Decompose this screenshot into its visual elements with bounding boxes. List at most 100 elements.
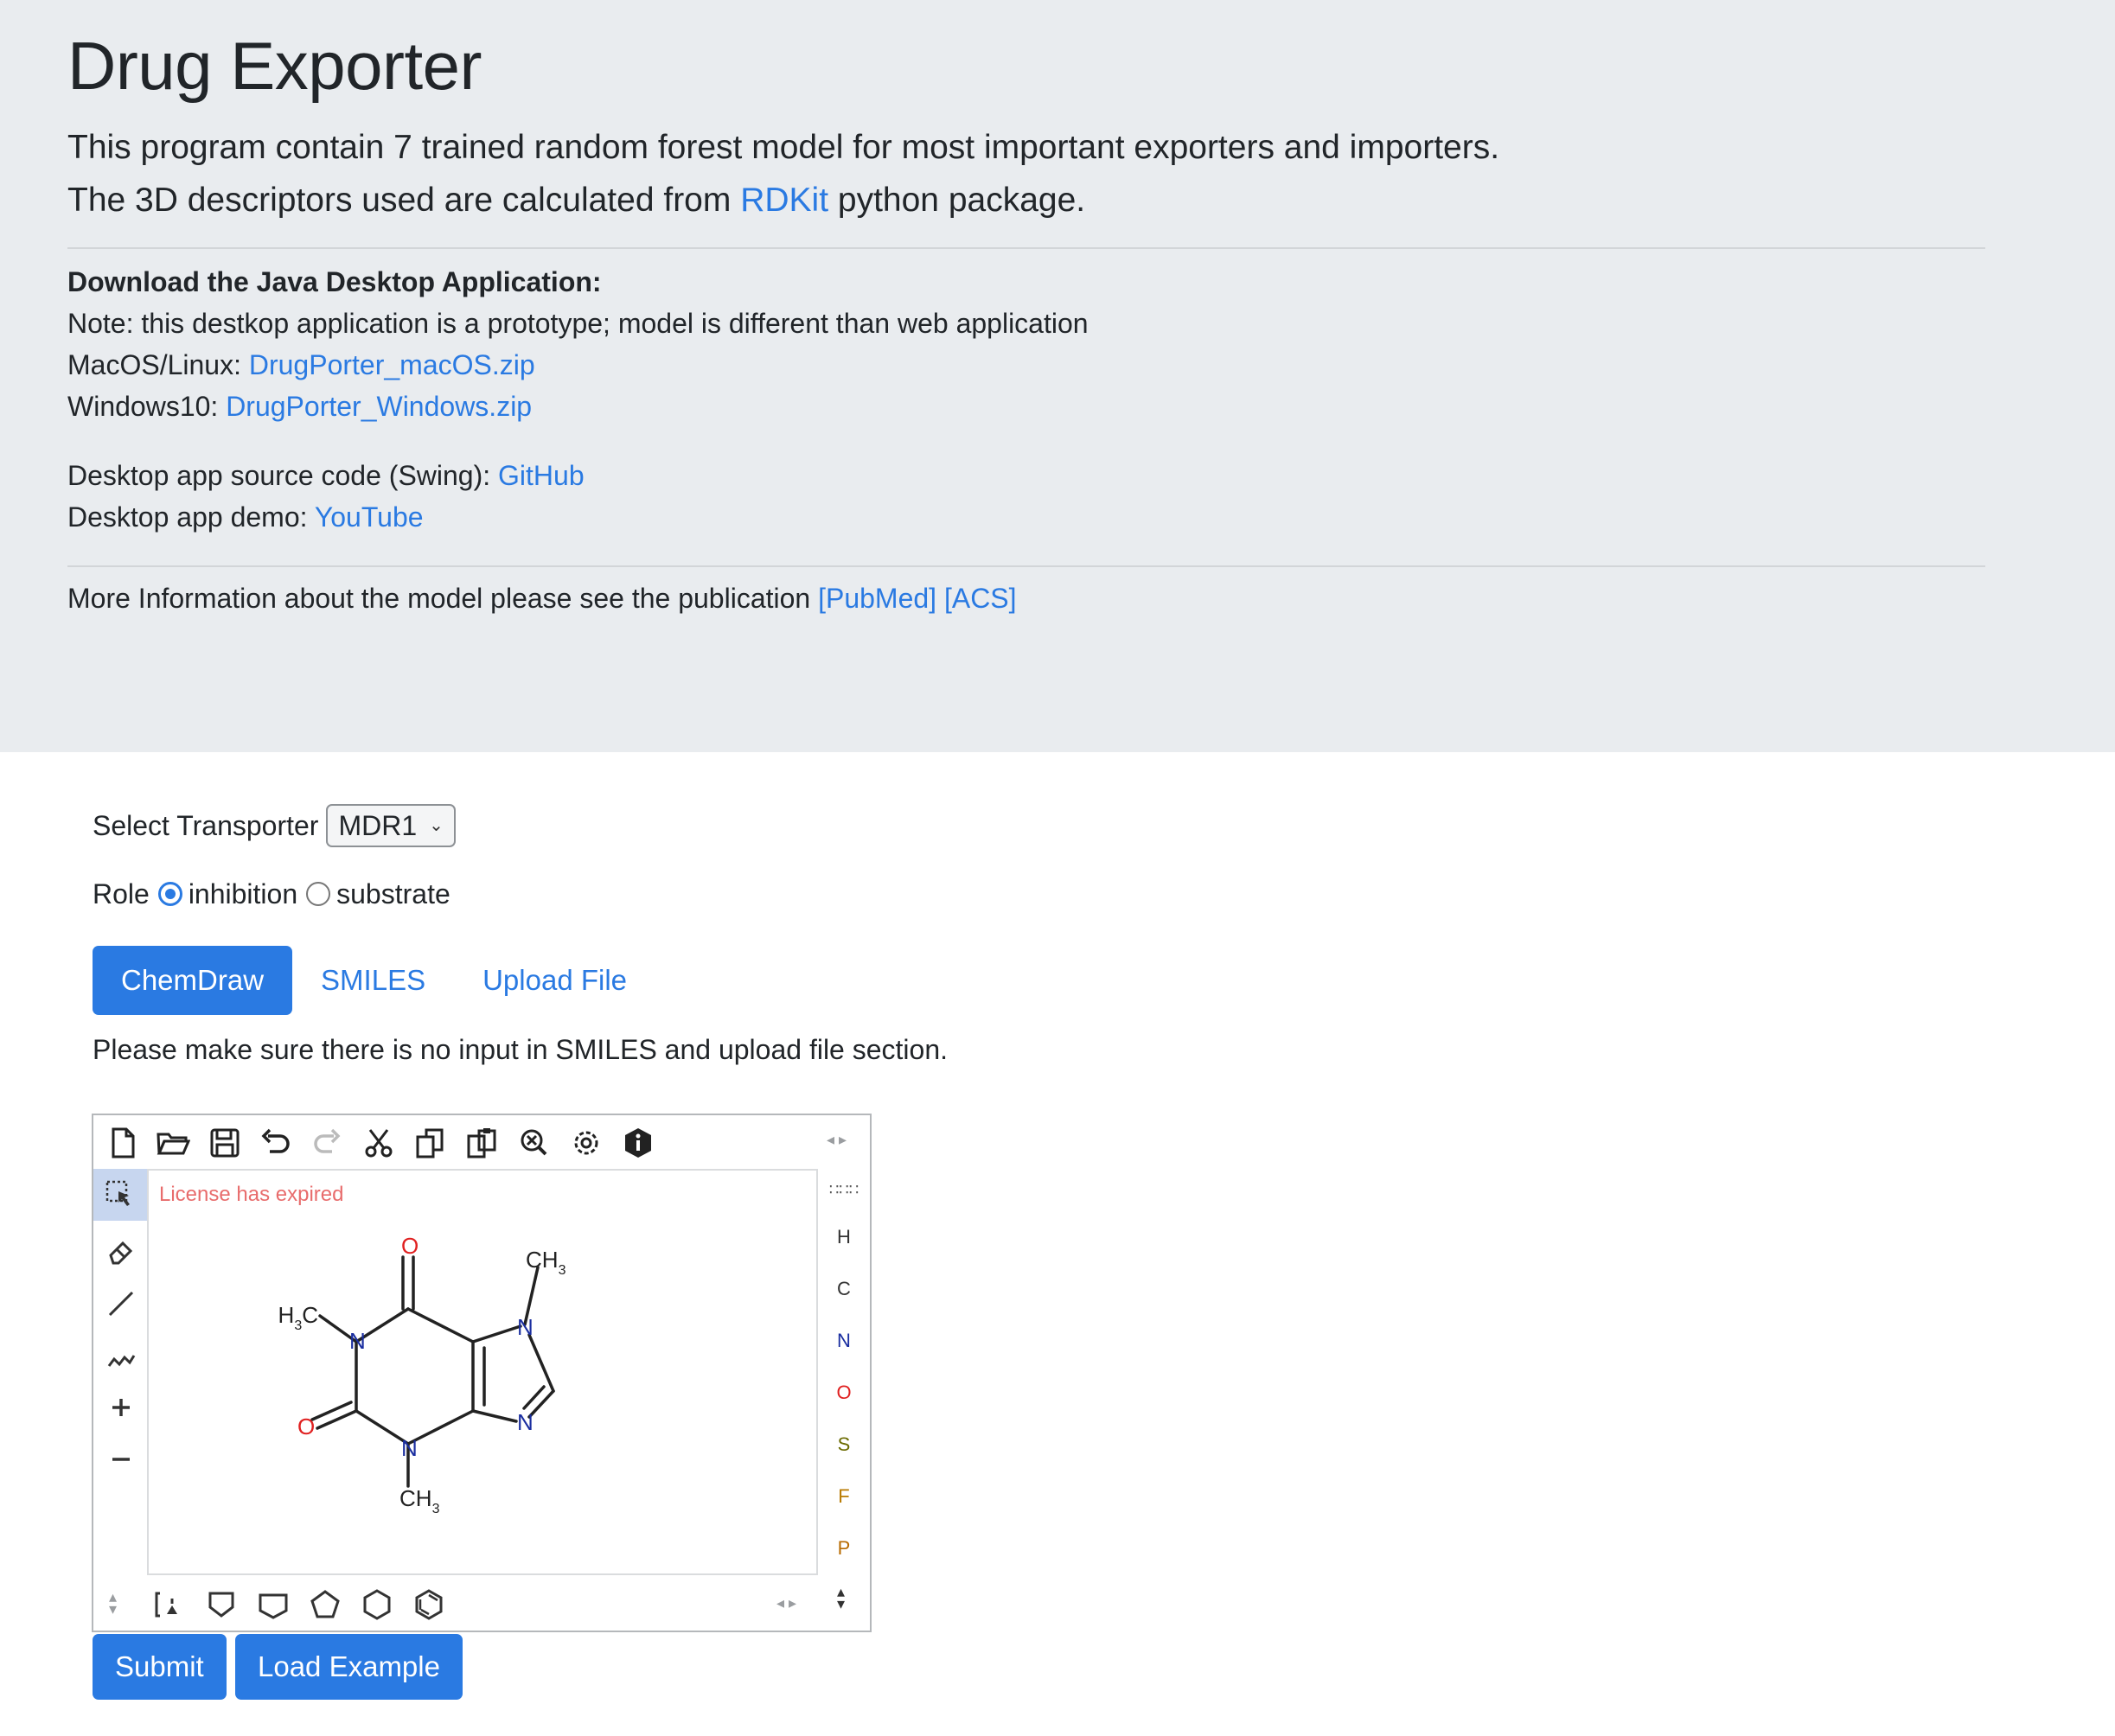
lead-line-2-suffix: python package.: [828, 182, 1086, 219]
divider: [67, 565, 1985, 567]
atom-label: H3C: [278, 1302, 318, 1333]
charge-plus-icon[interactable]: [102, 1388, 140, 1426]
bond: [355, 1409, 410, 1446]
copy-icon[interactable]: [412, 1124, 450, 1162]
paste-icon[interactable]: [463, 1124, 502, 1162]
load-example-button[interactable]: Load Example: [235, 1634, 463, 1700]
download-heading: Download the Java Desktop Application:: [67, 266, 602, 297]
cyclohexane-icon[interactable]: [358, 1586, 396, 1624]
new-icon[interactable]: [104, 1124, 142, 1162]
cyclobutane-icon[interactable]: [254, 1586, 292, 1624]
lead-line-2: The 3D descriptors used are calculated f…: [67, 174, 1985, 227]
header-jumbotron: Drug Exporter This program contain 7 tra…: [0, 0, 2115, 752]
periodic-table-icon[interactable]: ∷∷∷: [818, 1181, 870, 1199]
molecule-drawing: O O N N N N CH3 CH3 H3C: [278, 1233, 566, 1516]
atom-label: N: [517, 1409, 534, 1435]
role-label: Role: [93, 878, 150, 909]
input-note: Please make sure there is no input in SM…: [93, 1034, 949, 1065]
input-tabs: ChemDraw SMILES Upload File: [93, 946, 1995, 1015]
atom-o[interactable]: O: [818, 1382, 870, 1404]
transporter-row: Select Transporter MDR1 ⌄: [93, 804, 1995, 847]
atom-label: CH3: [526, 1247, 566, 1278]
atom-label: N: [401, 1435, 418, 1461]
download-win-row: Windows10: DrugPorter_Windows.zip: [67, 386, 1985, 427]
role-inhibition-radio[interactable]: [157, 882, 182, 906]
editor-top-toolbar: ◂ ▸: [93, 1115, 870, 1169]
settings-icon[interactable]: [567, 1124, 605, 1162]
editor-atom-toolbar: ∷∷∷ H C N O S F P: [818, 1169, 870, 1575]
redo-icon[interactable]: [308, 1124, 346, 1162]
bond: [527, 1333, 555, 1393]
charge-minus-icon[interactable]: [102, 1440, 140, 1478]
github-link[interactable]: GitHub: [498, 460, 585, 491]
submit-button[interactable]: Submit: [93, 1634, 227, 1700]
atom-label: O: [297, 1414, 315, 1439]
download-mac-row: MacOS/Linux: DrugPorter_macOS.zip: [67, 344, 1985, 386]
demo-row: Desktop app demo: YouTube: [67, 496, 1985, 538]
scroll-vertical-icon[interactable]: ▴ ▾: [109, 1589, 117, 1617]
more-info-row: More Information about the model please …: [67, 578, 1985, 619]
info-icon[interactable]: [619, 1124, 657, 1162]
lead-line-2-prefix: The 3D descriptors used are calculated f…: [67, 182, 741, 219]
benzene-ring-icon[interactable]: [410, 1586, 448, 1624]
chain-icon[interactable]: [102, 1337, 140, 1375]
atom-f[interactable]: F: [818, 1485, 870, 1508]
acs-link[interactable]: [ACS]: [944, 583, 1017, 614]
atom-label: N: [349, 1328, 366, 1354]
template-icon[interactable]: [150, 1586, 188, 1624]
save-icon[interactable]: [206, 1124, 244, 1162]
role-inhibition-label[interactable]: inhibition: [188, 873, 297, 915]
source-label: Desktop app source code (Swing):: [67, 460, 499, 491]
atom-p[interactable]: P: [818, 1537, 870, 1560]
benzene-bond-icon[interactable]: [202, 1586, 240, 1624]
bond: [471, 1324, 522, 1343]
scroll-horizontal-icon[interactable]: ◂ ▸: [776, 1594, 796, 1612]
tab-chemdraw[interactable]: ChemDraw: [93, 946, 293, 1015]
more-info-text: More Information about the model please …: [67, 583, 819, 614]
editor-canvas[interactable]: License has expired O O N N N N CH3 CH3 …: [147, 1169, 818, 1575]
download-section: Download the Java Desktop Application: N…: [67, 261, 1985, 427]
undo-icon[interactable]: [256, 1124, 294, 1162]
atom-n[interactable]: N: [818, 1330, 870, 1352]
atom-s[interactable]: S: [818, 1433, 870, 1456]
scroll-horizontal-icon[interactable]: ◂ ▸: [827, 1131, 847, 1149]
atom-c[interactable]: C: [818, 1278, 870, 1300]
pubmed-link[interactable]: [PubMed]: [818, 583, 936, 614]
scroll-vertical-icon[interactable]: ▴ ▾: [837, 1584, 845, 1612]
transporter-selected-value: MDR1: [338, 810, 418, 841]
editor-left-toolbar: [93, 1169, 147, 1575]
mac-label: MacOS/Linux:: [67, 349, 249, 380]
open-icon[interactable]: [154, 1124, 192, 1162]
source-section: Desktop app source code (Swing): GitHub …: [67, 455, 1985, 538]
demo-label: Desktop app demo:: [67, 501, 315, 533]
editor-bottom-toolbar: ▴ ▾ ◂ ▸ ▴ ▾: [93, 1575, 870, 1632]
win-label: Windows10:: [67, 391, 227, 422]
rdkit-link[interactable]: RDKit: [740, 182, 828, 219]
windows-download-link[interactable]: DrugPorter_Windows.zip: [226, 391, 532, 422]
cyclopentane-icon[interactable]: [306, 1586, 344, 1624]
zoom-clear-icon[interactable]: [515, 1124, 553, 1162]
bond: [406, 1307, 475, 1343]
role-substrate-label[interactable]: substrate: [336, 873, 450, 915]
role-row: Role inhibition substrate: [93, 873, 1995, 915]
transporter-select[interactable]: MDR1 ⌄: [326, 804, 456, 847]
mac-download-link[interactable]: DrugPorter_macOS.zip: [249, 349, 535, 380]
cut-icon[interactable]: [360, 1124, 398, 1162]
chevron-down-icon: ⌄: [429, 816, 444, 835]
atom-h[interactable]: H: [818, 1226, 870, 1248]
transporter-label: Select Transporter: [93, 810, 319, 841]
prediction-form: Select Transporter MDR1 ⌄ Role inhibitio…: [93, 804, 1995, 1070]
youtube-link[interactable]: YouTube: [315, 501, 424, 533]
page-title: Drug Exporter: [67, 28, 482, 104]
tab-smiles[interactable]: SMILES: [292, 946, 454, 1015]
tab-upload-file[interactable]: Upload File: [454, 946, 655, 1015]
lead-line-1: This program contain 7 trained random fo…: [67, 129, 1500, 166]
select-tool-icon[interactable]: [93, 1169, 147, 1221]
atom-label: CH3: [399, 1485, 440, 1516]
eraser-icon[interactable]: [102, 1233, 140, 1271]
source-row: Desktop app source code (Swing): GitHub: [67, 455, 1985, 496]
single-bond-icon[interactable]: [102, 1285, 140, 1323]
role-substrate-radio[interactable]: [306, 882, 331, 906]
chem-editor: ◂ ▸ License has expired O O N N N N CH3 …: [92, 1114, 872, 1632]
bond: [406, 1409, 475, 1446]
